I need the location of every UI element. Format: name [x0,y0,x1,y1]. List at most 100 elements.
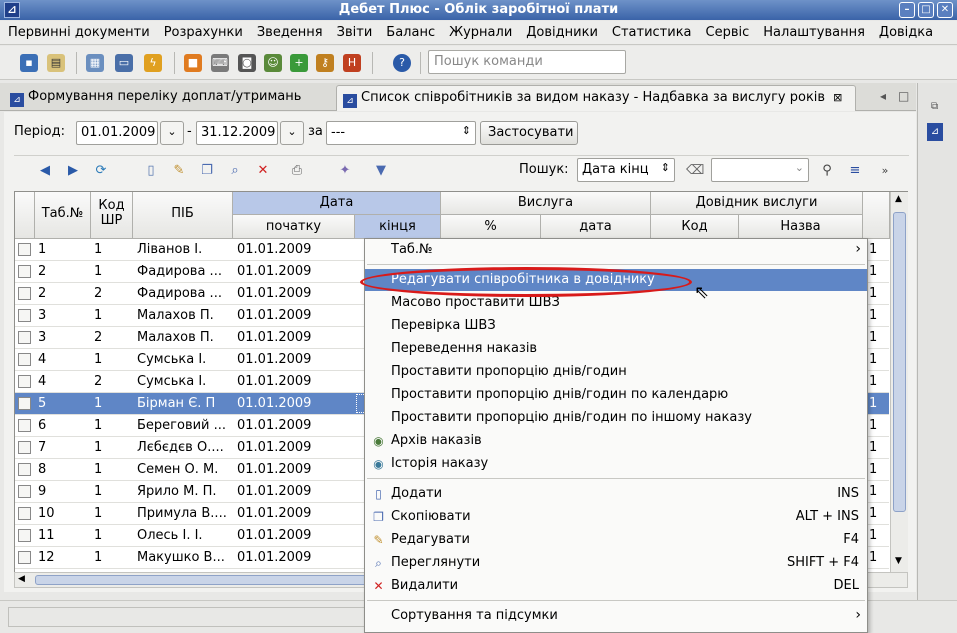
menu-item-9[interactable]: Налаштування [755,21,871,44]
menu-item-1[interactable]: Розрахунки [156,21,249,44]
delete-icon[interactable]: ✕ [254,162,272,180]
context-menu-item-3[interactable]: Перевірка ШВЗ [365,315,867,337]
binoculars-icon[interactable]: ⚲ [818,162,836,180]
header-kod[interactable]: Код [651,215,739,239]
add-user-icon[interactable]: + [290,54,308,72]
context-menu-item-1[interactable]: Редагувати співробітника в довіднику [365,269,867,291]
row-checkbox[interactable] [18,419,31,432]
command-search-input[interactable]: Пошук команди [428,50,626,74]
help-icon[interactable]: ? [393,54,411,72]
document-icon[interactable]: ▤ [47,54,65,72]
toolbar-overflow-icon[interactable]: » [876,162,894,180]
panel-document-icon[interactable]: ⊿ [927,123,943,141]
row-checkbox[interactable] [18,441,31,454]
people-icon[interactable]: ☺ [264,54,282,72]
refresh-icon[interactable]: ⟳ [92,162,110,180]
panel-restore-icon[interactable]: ⧉ [931,101,938,112]
magic-wand-icon[interactable]: ✦ [336,162,354,180]
print-icon[interactable]: ⎙ [288,162,306,180]
row-checkbox[interactable] [18,529,31,542]
context-menu-item-9[interactable]: ◉ Історія наказу [365,453,867,475]
copy-document-icon[interactable]: ❐ [198,162,216,180]
header-kod-shr[interactable]: Код ШР [91,192,133,239]
grid-vertical-scroll-thumb[interactable] [893,212,906,512]
date-from-field[interactable]: 01.01.2009 [76,121,158,145]
row-checkbox[interactable] [18,485,31,498]
eraser-icon[interactable]: ⌫ [686,162,704,180]
close-icon[interactable]: ✕ [937,2,953,18]
date-from-dropdown-icon[interactable]: ⌄ [160,121,184,145]
camera-icon[interactable]: ◙ [238,54,256,72]
lightning-icon[interactable]: ϟ [144,54,162,72]
header-start-date[interactable]: початку [233,215,355,239]
scroll-up-icon[interactable]: ▲ [895,194,902,204]
row-checkbox[interactable] [18,309,31,322]
menu-item-4[interactable]: Баланс [378,21,441,44]
row-checkbox[interactable] [18,243,31,256]
database-icon[interactable]: ▪ [20,54,38,72]
row-checkbox[interactable] [18,375,31,388]
context-menu-item-0[interactable]: Таб.№ › [365,239,867,261]
context-menu-item-8[interactable]: ◉ Архів наказів [365,430,867,452]
header-end-date[interactable]: кінця [355,215,441,239]
row-checkbox[interactable] [18,287,31,300]
minimize-icon[interactable]: – [899,2,915,18]
header-nazva[interactable]: Назва [739,215,863,239]
row-checkbox[interactable] [18,551,31,564]
apply-button[interactable]: Застосувати [480,121,578,145]
row-checkbox[interactable] [18,507,31,520]
date-to-field[interactable]: 31.12.2009 [196,121,278,145]
view-document-icon[interactable]: ⌕ [226,162,244,180]
date-to-dropdown-icon[interactable]: ⌄ [280,121,304,145]
grid-vertical-scrollbar[interactable]: ▲ ▼ [890,192,908,572]
row-checkbox[interactable] [18,331,31,344]
scroll-down-icon[interactable]: ▼ [895,556,902,566]
tab-close-icon[interactable]: ⊠ [833,91,842,104]
menu-item-0[interactable]: Первинні документи [0,21,156,44]
tab-formation[interactable]: ⊿ Формування переліку доплат/утримань [4,85,334,111]
maximize-icon[interactable]: □ [918,2,934,18]
tab-employee-list[interactable]: ⊿ Список співробітників за видом наказу -… [336,85,856,111]
new-document-icon[interactable]: ▯ [142,162,160,180]
tools-icon[interactable]: H [343,54,361,72]
edit-document-icon[interactable]: ✎ [170,162,188,180]
context-menu-item-6[interactable]: Проставити пропорцію днів/годин по кален… [365,384,867,406]
row-checkbox[interactable] [18,397,31,410]
context-menu-item-11[interactable]: ❐ Скопіювати ALT + INS [365,506,867,528]
menu-item-8[interactable]: Сервіс [698,21,756,44]
context-menu-item-14[interactable]: ✕ Видалити DEL [365,575,867,597]
header-tab-no[interactable]: Таб.№ [35,192,91,239]
context-menu-item-7[interactable]: Проставити пропорцію днів/годин по іншом… [365,407,867,429]
context-menu-item-12[interactable]: ✎ Редагувати F4 [365,529,867,551]
row-checkbox[interactable] [18,353,31,366]
tab-scroll-left-icon[interactable]: ◂ [880,89,886,103]
tab-maximize-icon[interactable]: □ [898,89,909,103]
menu-item-7[interactable]: Статистика [604,21,698,44]
context-menu-item-13[interactable]: ⌕ Переглянути SHIFT + F4 [365,552,867,574]
context-menu-item-15[interactable]: Сортування та підсумки › [365,605,867,627]
menu-item-10[interactable]: Довідка [871,21,939,44]
filter-icon[interactable]: ▼ [372,162,390,180]
menu-item-6[interactable]: Довідники [518,21,604,44]
order-type-select[interactable]: --- ⇕ [326,121,476,145]
context-menu-item-5[interactable]: Проставити пропорцію днів/годин [365,361,867,383]
columns-icon[interactable]: ≡ [846,162,864,180]
row-checkbox[interactable] [18,463,31,476]
header-vysluha-date[interactable]: дата [541,215,651,239]
menu-item-2[interactable]: Зведення [249,21,329,44]
menu-item-5[interactable]: Журнали [441,21,518,44]
grid-search-column-select[interactable]: Дата кінц ⇕ [577,158,675,182]
monitor-icon[interactable]: ▭ [115,54,133,72]
context-menu-item-2[interactable]: Масово проставити ШВЗ [365,292,867,314]
arrow-left-icon[interactable]: ◀ [36,162,54,180]
menu-item-3[interactable]: Звіти [329,21,379,44]
key-icon[interactable]: ⚷ [316,54,334,72]
scroll-left-icon[interactable]: ◀ [18,574,25,584]
header-percent[interactable]: % [441,215,541,239]
arrow-right-icon[interactable]: ▶ [64,162,82,180]
row-checkbox[interactable] [18,265,31,278]
context-menu-item-10[interactable]: ▯ Додати INS [365,483,867,505]
keyboard-icon[interactable]: ⌨ [211,54,229,72]
report-icon[interactable]: ▦ [86,54,104,72]
context-menu-item-4[interactable]: Переведення наказів [365,338,867,360]
